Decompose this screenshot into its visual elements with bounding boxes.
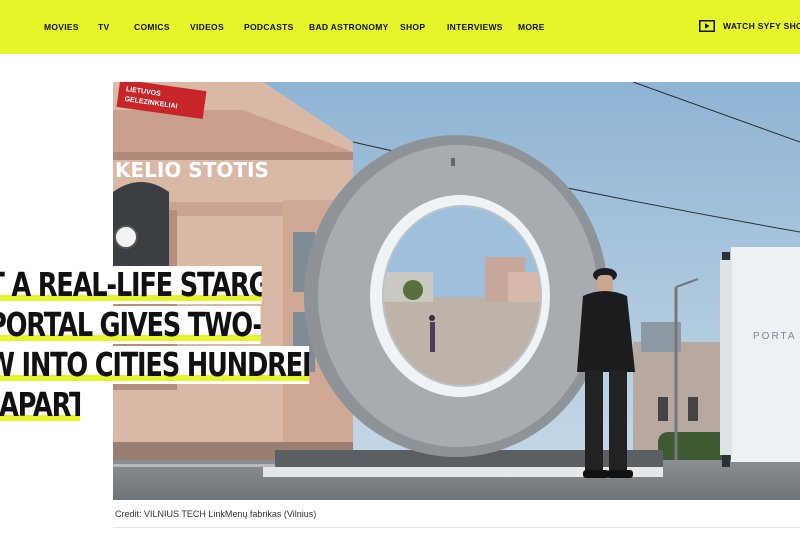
headline-line: OW INTO CITIES HUNDREDS OF [0,346,310,384]
divider [113,527,800,528]
article-headline: ST A REAL-LIFE STARGATE: I PORTAL GIVES … [0,266,340,426]
nav-item-movies[interactable]: MOVIES [44,22,79,32]
nav-item-tv[interactable]: TV [98,22,109,32]
nav-item-podcasts[interactable]: PODCASTS [244,22,294,32]
nav-item-more[interactable]: MORE [518,22,545,32]
nav-item-comics[interactable]: COMICS [134,22,170,32]
nav-item-shop[interactable]: SHOP [400,22,425,32]
watch-syfy-shows-button[interactable]: WATCH SYFY SHOWS [699,20,800,32]
headline-line: I PORTAL GIVES TWO-WAY [0,306,261,344]
image-credit: Credit: VILNIUS TECH LinkMenų fabrikas (… [115,509,317,519]
nav-item-videos[interactable]: VIDEOS [190,22,224,32]
main-nav: MOVIES TV COMICS VIDEOS PODCASTS BAD AST… [0,0,800,54]
watch-syfy-shows-label: WATCH SYFY SHOWS [723,21,800,31]
nav-item-interviews[interactable]: INTERVIEWS [447,22,503,32]
kiosk-text: PORTA [753,331,797,342]
station-name-text: KELIO STOTIS [115,158,269,182]
headline-line: ST A REAL-LIFE STARGATE: [0,266,262,304]
portal-ring [304,135,608,457]
site-header: MOVIES TV COMICS VIDEOS PODCASTS BAD AST… [0,0,800,54]
headline-line: S APART [0,386,81,424]
nav-item-bad-astronomy[interactable]: BAD ASTRONOMY [309,22,389,32]
play-icon [699,20,715,32]
info-kiosk: PORTA [720,247,800,467]
